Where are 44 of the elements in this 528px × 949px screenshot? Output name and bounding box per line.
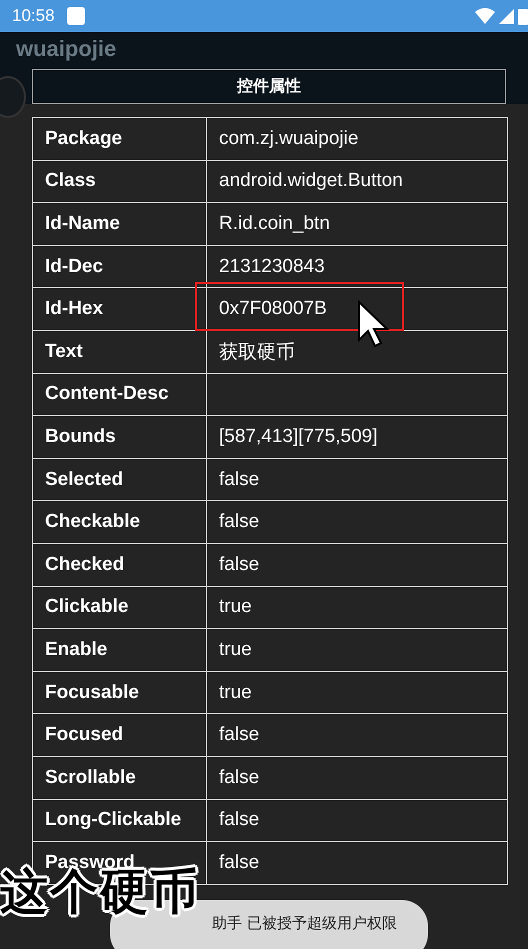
cursor-icon: [357, 300, 391, 348]
property-name: Long-Clickable: [33, 800, 207, 842]
property-name: Id-Name: [33, 203, 207, 245]
property-value: false: [219, 554, 260, 576]
property-value: 获取硬币: [219, 340, 295, 365]
property-value: true: [219, 638, 252, 661]
property-value: false: [219, 766, 260, 789]
property-name: Bounds: [33, 416, 207, 458]
property-name: Selected: [33, 458, 207, 500]
property-name: Text: [33, 330, 207, 373]
property-name: Checked: [33, 544, 207, 586]
property-value: true: [219, 682, 252, 704]
property-name: Scrollable: [33, 756, 207, 798]
property-name: Focusable: [33, 672, 207, 714]
property-value: com.zj.wuaipojie: [219, 128, 358, 150]
status-time: 10:58: [12, 6, 55, 26]
property-name: Id-Hex: [33, 288, 207, 330]
property-value: true: [219, 596, 252, 618]
property-name: Package: [33, 118, 207, 160]
property-name: Content-Desc: [33, 374, 207, 416]
property-name: Id-Dec: [33, 246, 207, 288]
property-name: Checkable: [33, 501, 207, 543]
property-value: R.id.coin_btn: [219, 212, 330, 235]
floating-button[interactable]: [0, 76, 26, 118]
property-name: Class: [33, 160, 207, 202]
property-value: android.widget.Button: [219, 170, 403, 192]
property-value: 0x7F08007B: [219, 298, 327, 320]
wifi-icon: [475, 8, 495, 24]
signal-icon: [499, 8, 514, 24]
property-name: Enable: [33, 629, 207, 671]
property-value: false: [219, 511, 260, 534]
dialog-title: 控件属性: [237, 76, 301, 97]
property-value: false: [219, 724, 260, 746]
notification-icon: [66, 7, 85, 25]
property-name: Clickable: [33, 586, 207, 628]
battery-icon: [518, 7, 528, 25]
toast-message: 助手 已被授予超级用户权限: [212, 914, 397, 934]
property-value: false: [219, 468, 260, 491]
app-title: wuaipojie: [16, 38, 116, 60]
property-value: false: [219, 852, 260, 874]
property-value: [587,413][775,509]: [219, 426, 378, 448]
property-value: 2131230843: [219, 256, 325, 278]
property-name: Focused: [33, 714, 207, 756]
property-value: false: [219, 809, 260, 832]
